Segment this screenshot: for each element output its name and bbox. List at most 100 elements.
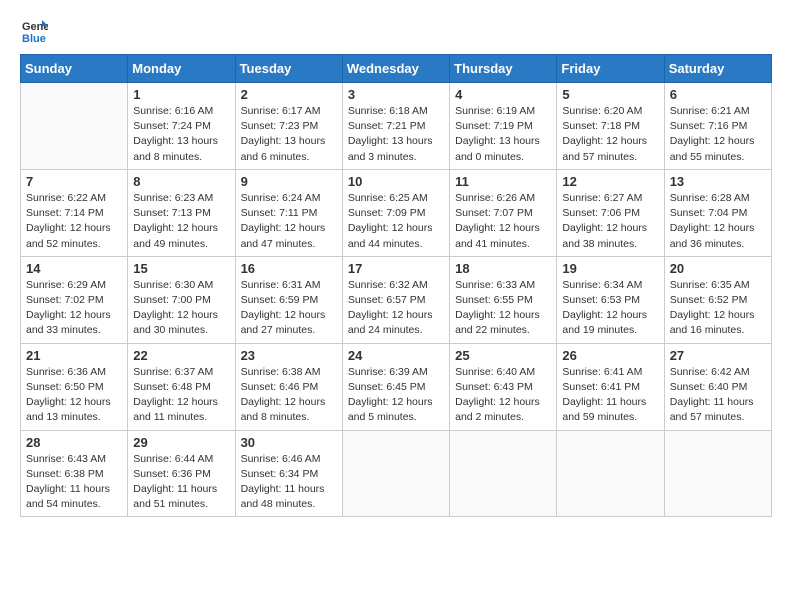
sunrise-time: Sunrise: 6:41 AM [562, 365, 658, 380]
day-number: 8 [133, 174, 229, 189]
sunset-time: Sunset: 7:18 PM [562, 119, 658, 134]
sunrise-time: Sunrise: 6:24 AM [241, 191, 337, 206]
sunset-time: Sunset: 6:55 PM [455, 293, 551, 308]
calendar-cell: 8 Sunrise: 6:23 AMSunset: 7:13 PMDaylight… [128, 169, 235, 256]
calendar-cell [342, 430, 449, 517]
weekday-header-wednesday: Wednesday [342, 55, 449, 83]
sunrise-time: Sunrise: 6:40 AM [455, 365, 551, 380]
calendar-cell: 18Sunrise: 6:33 AMSunset: 6:55 PMDayligh… [450, 256, 557, 343]
day-number: 12 [562, 174, 658, 189]
day-number: 6 [670, 87, 766, 102]
calendar-cell: 16Sunrise: 6:31 AMSunset: 6:59 PMDayligh… [235, 256, 342, 343]
calendar-week-row: 21Sunrise: 6:36 AMSunset: 6:50 PMDayligh… [21, 343, 772, 430]
day-number: 27 [670, 348, 766, 363]
day-number: 10 [348, 174, 444, 189]
sunset-time: Sunset: 6:59 PM [241, 293, 337, 308]
sunrise-time: Sunrise: 6:42 AM [670, 365, 766, 380]
daylight-label: Daylight: 12 hours and 27 minutes. [241, 308, 337, 338]
calendar-cell: 7Sunrise: 6:22 AMSunset: 7:14 PMDaylight… [21, 169, 128, 256]
daylight-label: Daylight: 11 hours and 54 minutes. [26, 482, 122, 512]
sunset-time: Sunset: 7:13 PM [133, 206, 229, 221]
calendar-cell: 4Sunrise: 6:19 AMSunset: 7:19 PMDaylight… [450, 83, 557, 170]
daylight-label: Daylight: 11 hours and 51 minutes. [133, 482, 229, 512]
day-number: 17 [348, 261, 444, 276]
sunset-time: Sunset: 7:11 PM [241, 206, 337, 221]
calendar-cell: 5Sunrise: 6:20 AMSunset: 7:18 PMDaylight… [557, 83, 664, 170]
calendar-cell: 9 Sunrise: 6:24 AMSunset: 7:11 PMDaylight… [235, 169, 342, 256]
weekday-header-thursday: Thursday [450, 55, 557, 83]
calendar-cell: 17Sunrise: 6:32 AMSunset: 6:57 PMDayligh… [342, 256, 449, 343]
sunset-time: Sunset: 6:46 PM [241, 380, 337, 395]
sunrise-time: Sunrise: 6:43 AM [26, 452, 122, 467]
daylight-label: Daylight: 12 hours and 47 minutes. [241, 221, 337, 251]
calendar-cell: 2Sunrise: 6:17 AMSunset: 7:23 PMDaylight… [235, 83, 342, 170]
calendar-week-row: 28Sunrise: 6:43 AMSunset: 6:38 PMDayligh… [21, 430, 772, 517]
sunset-time: Sunset: 7:24 PM [133, 119, 229, 134]
weekday-header-saturday: Saturday [664, 55, 771, 83]
weekday-header-tuesday: Tuesday [235, 55, 342, 83]
calendar-cell: 15Sunrise: 6:30 AMSunset: 7:00 PMDayligh… [128, 256, 235, 343]
sunset-time: Sunset: 6:34 PM [241, 467, 337, 482]
calendar-cell [664, 430, 771, 517]
calendar-cell: 29 Sunrise: 6:44 AMSunset: 6:36 PMDayligh… [128, 430, 235, 517]
daylight-label: Daylight: 12 hours and 49 minutes. [133, 221, 229, 251]
daylight-label: Daylight: 12 hours and 52 minutes. [26, 221, 122, 251]
calendar-cell: 30Sunrise: 6:46 AMSunset: 6:34 PMDayligh… [235, 430, 342, 517]
calendar-cell: 24Sunrise: 6:39 AMSunset: 6:45 PMDayligh… [342, 343, 449, 430]
calendar-cell: 13Sunrise: 6:28 AMSunset: 7:04 PMDayligh… [664, 169, 771, 256]
sunset-time: Sunset: 6:48 PM [133, 380, 229, 395]
page-header: General Blue [20, 16, 772, 44]
day-number: 19 [562, 261, 658, 276]
daylight-label: Daylight: 12 hours and 5 minutes. [348, 395, 444, 425]
calendar-cell: 22Sunrise: 6:37 AMSunset: 6:48 PMDayligh… [128, 343, 235, 430]
calendar-cell: 6Sunrise: 6:21 AMSunset: 7:16 PMDaylight… [664, 83, 771, 170]
logo: General Blue [20, 16, 48, 44]
calendar-week-row: 7Sunrise: 6:22 AMSunset: 7:14 PMDaylight… [21, 169, 772, 256]
calendar-cell: 3Sunrise: 6:18 AMSunset: 7:21 PMDaylight… [342, 83, 449, 170]
svg-text:Blue: Blue [22, 33, 46, 44]
sunrise-time: Sunrise: 6:25 AM [348, 191, 444, 206]
daylight-label: Daylight: 12 hours and 13 minutes. [26, 395, 122, 425]
day-number: 29 [133, 435, 229, 450]
calendar-cell: 12Sunrise: 6:27 AMSunset: 7:06 PMDayligh… [557, 169, 664, 256]
day-number: 24 [348, 348, 444, 363]
daylight-label: Daylight: 11 hours and 59 minutes. [562, 395, 658, 425]
sunset-time: Sunset: 6:36 PM [133, 467, 229, 482]
day-number: 9 [241, 174, 337, 189]
sunset-time: Sunset: 7:04 PM [670, 206, 766, 221]
calendar-week-row: 1Sunrise: 6:16 AMSunset: 7:24 PMDaylight… [21, 83, 772, 170]
sunrise-time: Sunrise: 6:23 AM [133, 191, 229, 206]
sunset-time: Sunset: 6:53 PM [562, 293, 658, 308]
day-number: 18 [455, 261, 551, 276]
day-number: 25 [455, 348, 551, 363]
calendar-cell: 25Sunrise: 6:40 AMSunset: 6:43 PMDayligh… [450, 343, 557, 430]
day-number: 20 [670, 261, 766, 276]
calendar-cell: 10Sunrise: 6:25 AMSunset: 7:09 PMDayligh… [342, 169, 449, 256]
sunrise-time: Sunrise: 6:46 AM [241, 452, 337, 467]
sunrise-time: Sunrise: 6:16 AM [133, 104, 229, 119]
sunrise-time: Sunrise: 6:31 AM [241, 278, 337, 293]
day-number: 13 [670, 174, 766, 189]
sunset-time: Sunset: 7:21 PM [348, 119, 444, 134]
sunrise-time: Sunrise: 6:17 AM [241, 104, 337, 119]
daylight-label: Daylight: 12 hours and 33 minutes. [26, 308, 122, 338]
sunset-time: Sunset: 7:23 PM [241, 119, 337, 134]
day-number: 14 [26, 261, 122, 276]
calendar-cell: 21Sunrise: 6:36 AMSunset: 6:50 PMDayligh… [21, 343, 128, 430]
daylight-label: Daylight: 12 hours and 11 minutes. [133, 395, 229, 425]
sunset-time: Sunset: 6:43 PM [455, 380, 551, 395]
sunset-time: Sunset: 7:09 PM [348, 206, 444, 221]
sunset-time: Sunset: 6:52 PM [670, 293, 766, 308]
sunrise-time: Sunrise: 6:44 AM [133, 452, 229, 467]
sunrise-time: Sunrise: 6:36 AM [26, 365, 122, 380]
sunset-time: Sunset: 7:02 PM [26, 293, 122, 308]
sunset-time: Sunset: 7:07 PM [455, 206, 551, 221]
sunrise-time: Sunrise: 6:32 AM [348, 278, 444, 293]
calendar-cell [21, 83, 128, 170]
day-number: 30 [241, 435, 337, 450]
weekday-header-monday: Monday [128, 55, 235, 83]
daylight-label: Daylight: 13 hours and 3 minutes. [348, 134, 444, 164]
sunset-time: Sunset: 6:50 PM [26, 380, 122, 395]
daylight-label: Daylight: 12 hours and 41 minutes. [455, 221, 551, 251]
sunrise-time: Sunrise: 6:20 AM [562, 104, 658, 119]
